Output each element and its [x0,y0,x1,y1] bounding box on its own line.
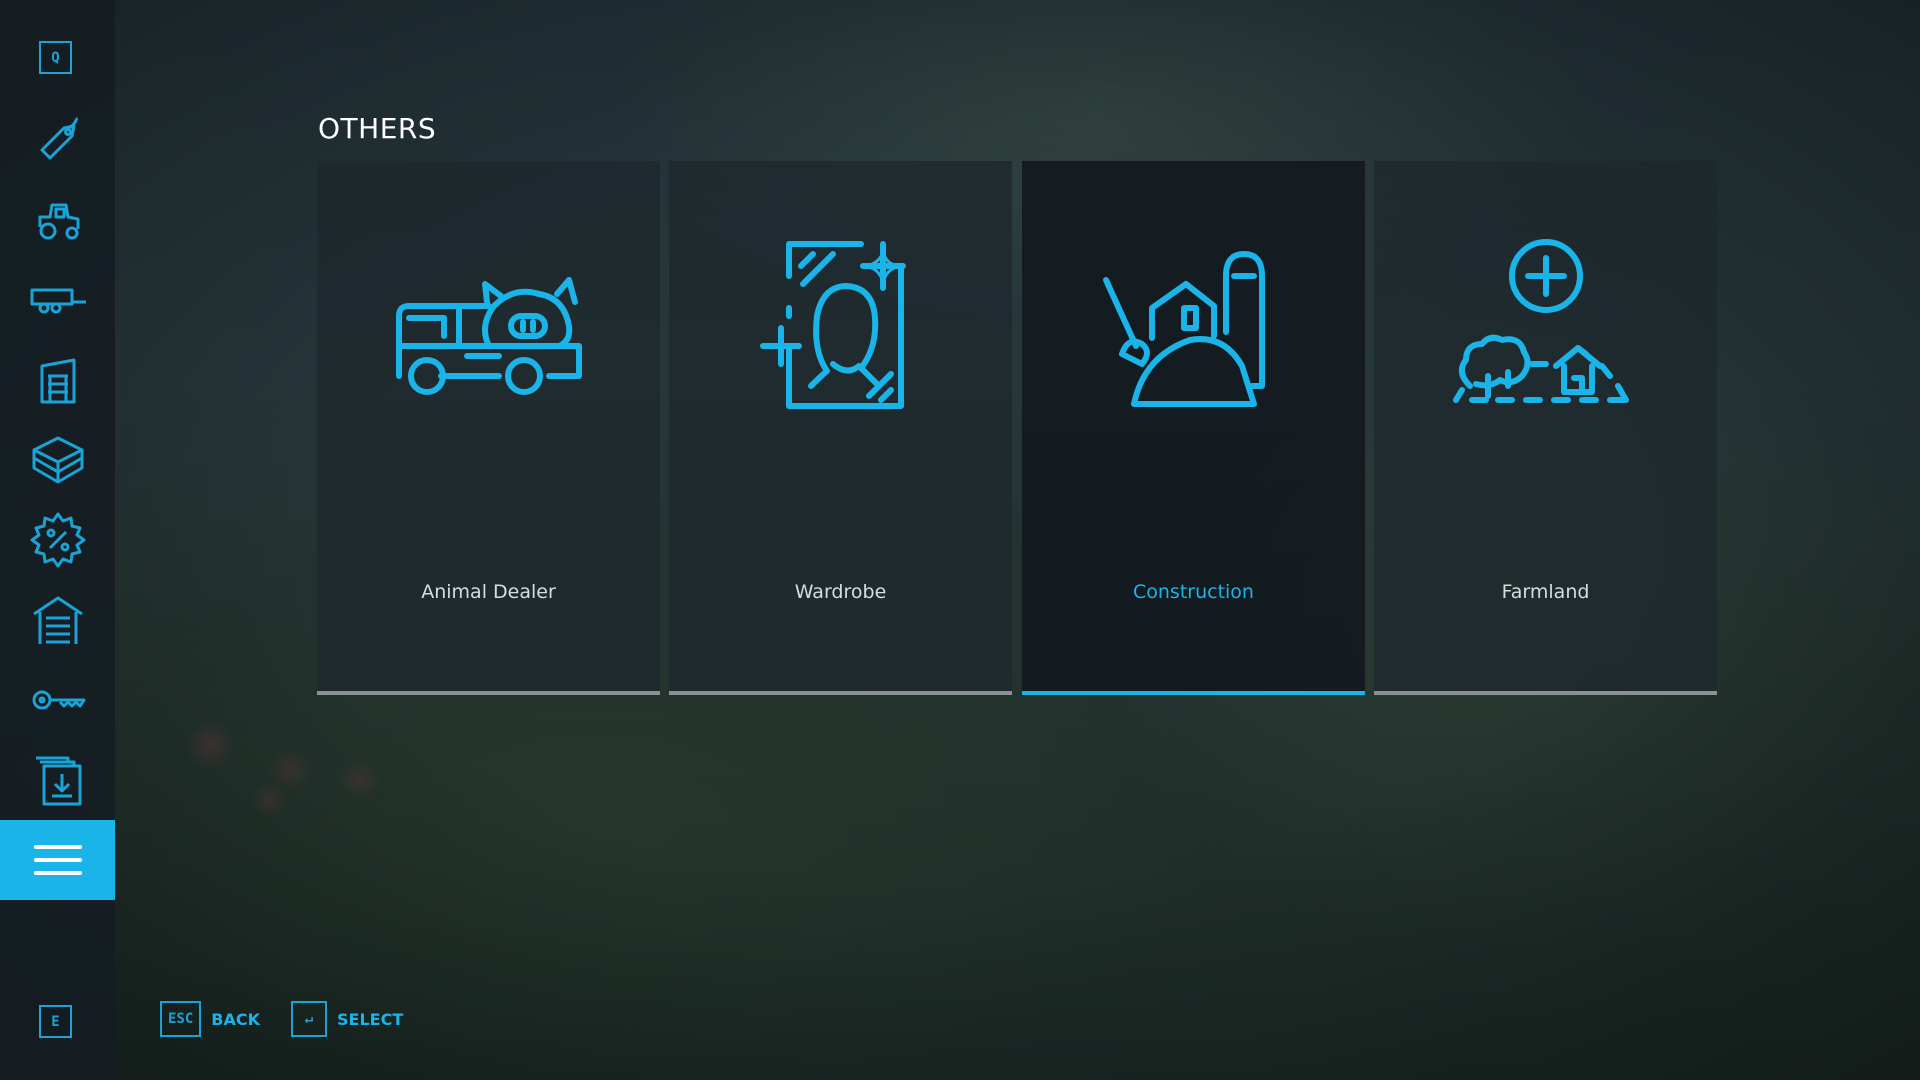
menu-hamburger-icon [33,845,82,875]
card-underline [1022,691,1365,695]
sale-percent-icon [30,512,85,568]
card-underline [669,691,1012,695]
card-underline [1374,691,1717,695]
key-icon [32,690,85,710]
card-wardrobe[interactable]: Wardrobe [669,161,1012,695]
trailer-icon [30,288,86,314]
sidebar-item-sheds[interactable] [0,580,115,660]
back-hint[interactable]: ESC BACK [160,1001,260,1037]
next-page-key-badge[interactable]: E [39,1005,72,1038]
price-tag-icon [40,116,78,160]
back-label: BACK [211,1009,261,1029]
card-underline [317,691,660,695]
sidebar-item-others[interactable] [0,820,115,900]
enter-key-icon: ↵ [291,1001,327,1037]
select-label: SELECT [337,1009,404,1029]
page-title: OTHERS [318,112,437,145]
card-farmland[interactable]: Farmland [1374,161,1717,695]
tractor-icon [38,203,79,240]
prev-page-key-badge[interactable]: Q [39,41,72,74]
card-animal-dealer[interactable]: Animal Dealer [317,161,660,695]
sidebar-item-buildings[interactable] [0,340,115,420]
esc-key-badge: ESC [160,1001,202,1037]
card-construction[interactable]: Construction [1022,161,1365,695]
card-label: Construction [1133,581,1254,603]
animal-truck-icon [395,277,582,395]
sidebar: Q E [0,0,115,1080]
sidebar-item-mods[interactable] [0,740,115,820]
sidebar-item-objects[interactable] [0,420,115,500]
silo-building-icon [40,358,75,404]
card-label: Animal Dealer [421,581,556,603]
sidebar-item-trailers[interactable] [0,260,115,340]
sidebar-item-leasing[interactable] [0,660,115,740]
card-grid: Animal Dealer Wardrobe Construction Farm… [317,161,1717,695]
sidebar-item-prices[interactable] [0,100,115,180]
box-package-icon [32,436,83,484]
card-label: Wardrobe [794,581,887,603]
sidebar-item-vehicles[interactable] [0,181,115,261]
downloads-icon [35,756,81,806]
card-label: Farmland [1501,581,1590,603]
construction-barn-icon [1102,251,1265,407]
farmland-add-icon [1452,239,1629,403]
wardrobe-portrait-icon [759,241,906,409]
shed-icon [32,596,83,644]
sidebar-item-sales[interactable] [0,500,115,580]
select-hint[interactable]: ↵ SELECT [291,1001,403,1037]
